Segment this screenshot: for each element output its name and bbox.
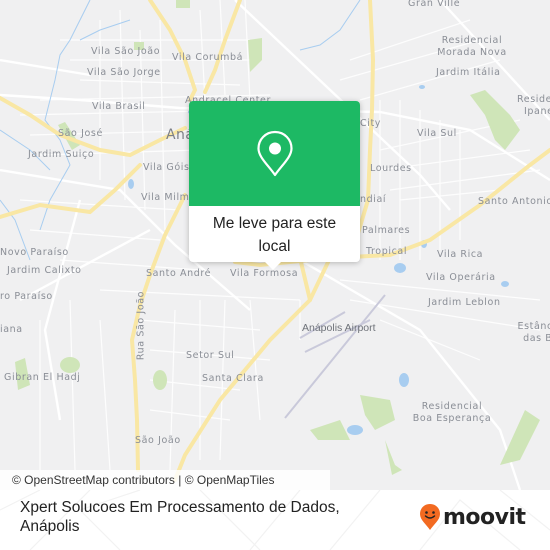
place-label: Vila São Jorge: [87, 67, 161, 78]
place-title-line: Xpert Solucoes Em Processamento de Dados…: [20, 499, 340, 516]
place-label: Reside: [517, 94, 550, 105]
popup-header[interactable]: [189, 101, 360, 206]
place-title: Xpert Solucoes Em Processamento de Dados…: [20, 498, 400, 536]
place-label: Novo Paraíso: [0, 247, 69, 258]
place-label: Ipane: [524, 106, 550, 117]
place-label: Vila São João: [91, 46, 161, 57]
place-label: Vila Operária: [426, 272, 496, 283]
place-label: Tropical: [366, 246, 408, 257]
map[interactable]: Gran Ville Vila São João Vila Corumbá Vi…: [0, 0, 550, 490]
place-label: Jardim Leblon: [428, 297, 501, 308]
place-label: Residencial: [421, 401, 483, 412]
popup-text-line: Me leve para este: [212, 215, 337, 232]
place-label: Setor Sul: [186, 350, 235, 361]
place-label: Morada Nova: [437, 47, 507, 58]
place-label: Santo Antonio: [478, 196, 550, 207]
place-label: Estância: [517, 321, 550, 332]
place-label: Jardim Calixto: [7, 265, 82, 276]
place-label: City: [360, 118, 382, 129]
place-label: das Br: [523, 333, 550, 344]
place-label: Santa Clara: [202, 373, 264, 384]
place-label: Santo André: [146, 268, 212, 279]
directions-link[interactable]: Me leve para este local: [189, 206, 360, 258]
place-label: São José: [58, 128, 103, 139]
place-label: Vila Brasil: [92, 101, 146, 112]
place-label: Vila Sul: [417, 128, 457, 139]
place-label: Lourdes: [370, 163, 412, 174]
place-label: ro Paraíso: [0, 291, 53, 302]
place-label: Boa Esperança: [412, 413, 492, 424]
airport-label: Anápolis Airport: [302, 322, 376, 334]
place-label: Vila Rica: [437, 249, 484, 260]
street-label: Rua São João: [135, 290, 147, 361]
place-label: iana: [0, 324, 23, 335]
moovit-pin-icon: [420, 504, 440, 530]
place-label: Vila Corumbá: [172, 52, 244, 63]
place-label: São João: [135, 435, 181, 446]
map-pin-icon: [256, 130, 293, 176]
place-label: Residencial: [441, 35, 503, 46]
place-label: ndiaí: [360, 194, 387, 205]
place-label: Gibran El Hadj: [4, 372, 81, 383]
place-label: Vila Milm: [141, 192, 190, 203]
place-label: Palmares: [362, 225, 411, 236]
map-attribution[interactable]: © OpenStreetMap contributors | © OpenMap…: [0, 470, 330, 490]
place-label: Gran Ville: [408, 0, 461, 9]
popup-pointer: [264, 261, 282, 270]
directions-popup[interactable]: Me leve para este local: [189, 101, 360, 270]
footer: Xpert Solucoes Em Processamento de Dados…: [0, 490, 550, 550]
place-label: Vila Góis: [143, 162, 190, 173]
place-city: Anápolis: [20, 518, 80, 535]
popup-text-line: local: [258, 238, 291, 255]
moovit-wordmark: moovit: [443, 504, 526, 530]
place-label: Jardim Suiço: [28, 149, 95, 160]
place-label: Jardim Itália: [436, 67, 501, 78]
moovit-logo[interactable]: moovit: [419, 502, 526, 532]
